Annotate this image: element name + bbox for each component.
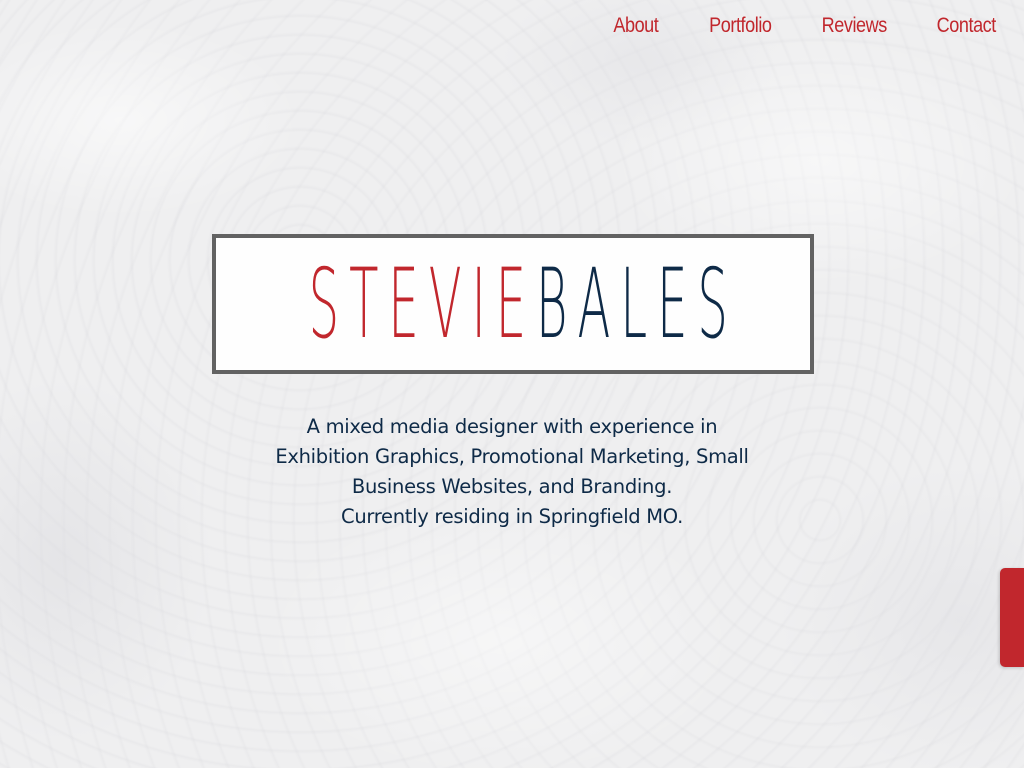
logo-text: STEVIE BALES [308, 256, 737, 352]
logo-last-name: BALES [535, 248, 738, 360]
nav-portfolio-link[interactable]: Portfolio [674, 12, 772, 40]
side-feedback-tab[interactable] [1000, 568, 1024, 667]
nav-contact-link[interactable]: Contact [902, 12, 997, 40]
tagline-line: Business Websites, and Branding. [351, 475, 673, 498]
tagline-line: Exhibition Graphics, Promotional Marketi… [275, 445, 749, 468]
logo-first-name: STEVIE [308, 248, 536, 360]
tagline-line: A mixed media designer with experience i… [306, 415, 718, 438]
nav-about-link[interactable]: About [579, 12, 659, 40]
logo-wordmark: STEVIE BALES [216, 256, 810, 352]
main-nav: About Portfolio Reviews Contact [566, 12, 997, 40]
site-logo: STEVIE BALES [212, 234, 814, 374]
intro-tagline: A mixed media designer with experience i… [212, 412, 812, 532]
nav-reviews-link[interactable]: Reviews [787, 12, 888, 40]
tagline-line: Currently residing in Springfield MO. [341, 505, 683, 528]
